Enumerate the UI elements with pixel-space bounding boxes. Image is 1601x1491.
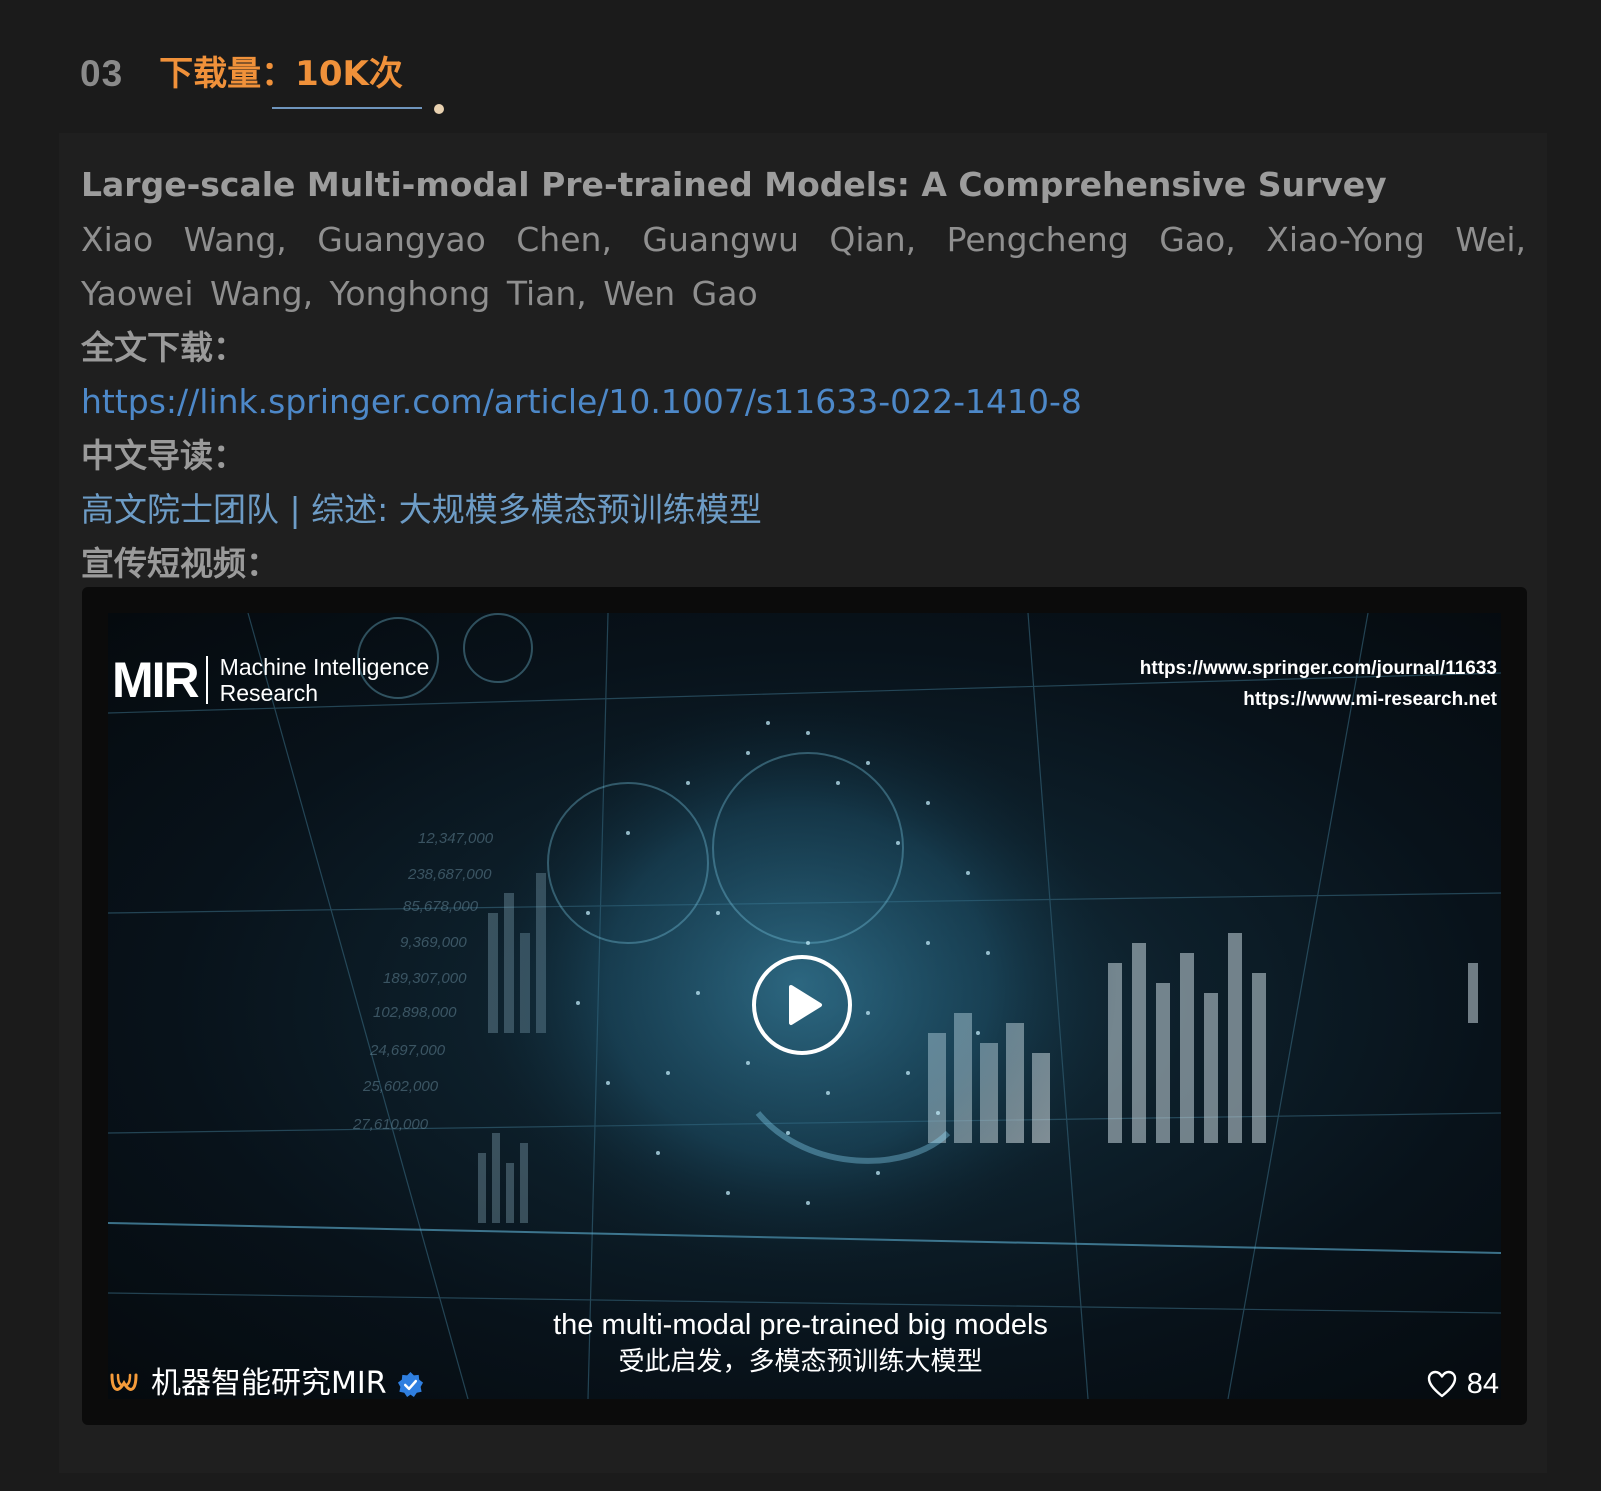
title-underline-dot [434, 104, 444, 114]
guide-label: 中文导读： [81, 436, 246, 475]
section-number: 03 [80, 53, 124, 94]
like-count: 84 [1466, 1368, 1499, 1400]
channel-logo-icon [110, 1373, 138, 1391]
like-button[interactable]: 84 [1427, 1366, 1499, 1402]
section-header: 03 下载量：10K次 [80, 48, 403, 112]
title-underline [272, 107, 422, 109]
video-label: 宣传短视频： [81, 544, 279, 583]
guide-link[interactable]: 高文院士团队 | 综述: 大规模多模态预训练模型 [81, 483, 1526, 537]
play-button[interactable] [752, 955, 852, 1055]
svg-text:27,610,000: 27,610,000 [352, 1116, 429, 1133]
download-link[interactable]: https://link.springer.com/article/10.100… [81, 375, 1526, 429]
svg-text:12,347,000: 12,347,000 [418, 830, 494, 847]
video-subtitle-english: the multi-modal pre-trained big models [553, 1309, 1048, 1341]
downloads-label: 下载量： [159, 54, 296, 94]
mir-logo-name: Machine Intelligence Research [220, 654, 430, 706]
page: 03 下载量：10K次 Large-scale Multi-modal Pre-… [0, 0, 1601, 1491]
mir-logo-name-line2: Research [219, 680, 319, 706]
journal-urls: https://www.springer.com/journal/11633 h… [1140, 653, 1497, 715]
svg-text:24,697,000: 24,697,000 [369, 1042, 446, 1059]
journal-url-springer: https://www.springer.com/journal/11633 [1139, 658, 1497, 679]
verified-badge-icon [397, 1371, 423, 1397]
mir-logo: MIR Machine Intelligence Research [112, 653, 429, 707]
journal-url-mir: https://www.mi-research.net [1243, 689, 1497, 710]
play-icon [789, 985, 822, 1025]
paper-details: Large-scale Multi-modal Pre-trained Mode… [81, 157, 1526, 591]
channel-name: 机器智能研究MIR [151, 1366, 387, 1401]
svg-text:189,307,000: 189,307,000 [383, 970, 467, 987]
mir-logo-name-line1: Machine Intelligence [219, 654, 430, 680]
mir-logo-divider [205, 656, 208, 704]
downloads-value: 10K次 [295, 54, 403, 94]
svg-text:9,369,000: 9,369,000 [400, 934, 467, 951]
svg-text:102,898,000: 102,898,000 [373, 1004, 457, 1021]
svg-text:25,602,000: 25,602,000 [362, 1078, 439, 1095]
svg-text:238,687,000: 238,687,000 [407, 866, 492, 883]
channel-info[interactable]: 机器智能研究MIR [109, 1364, 424, 1404]
svg-text:85,678,000: 85,678,000 [403, 898, 479, 915]
heart-icon [1427, 1370, 1456, 1398]
paper-title: Large-scale Multi-modal Pre-trained Mode… [81, 165, 1387, 204]
section-title: 下载量：10K次 [159, 48, 403, 100]
mir-logo-mark: MIR [112, 652, 200, 708]
download-label: 全文下载： [81, 328, 246, 367]
paper-authors: Xiao Wang, Guangyao Chen, Guangwu Qian, … [81, 220, 1526, 313]
